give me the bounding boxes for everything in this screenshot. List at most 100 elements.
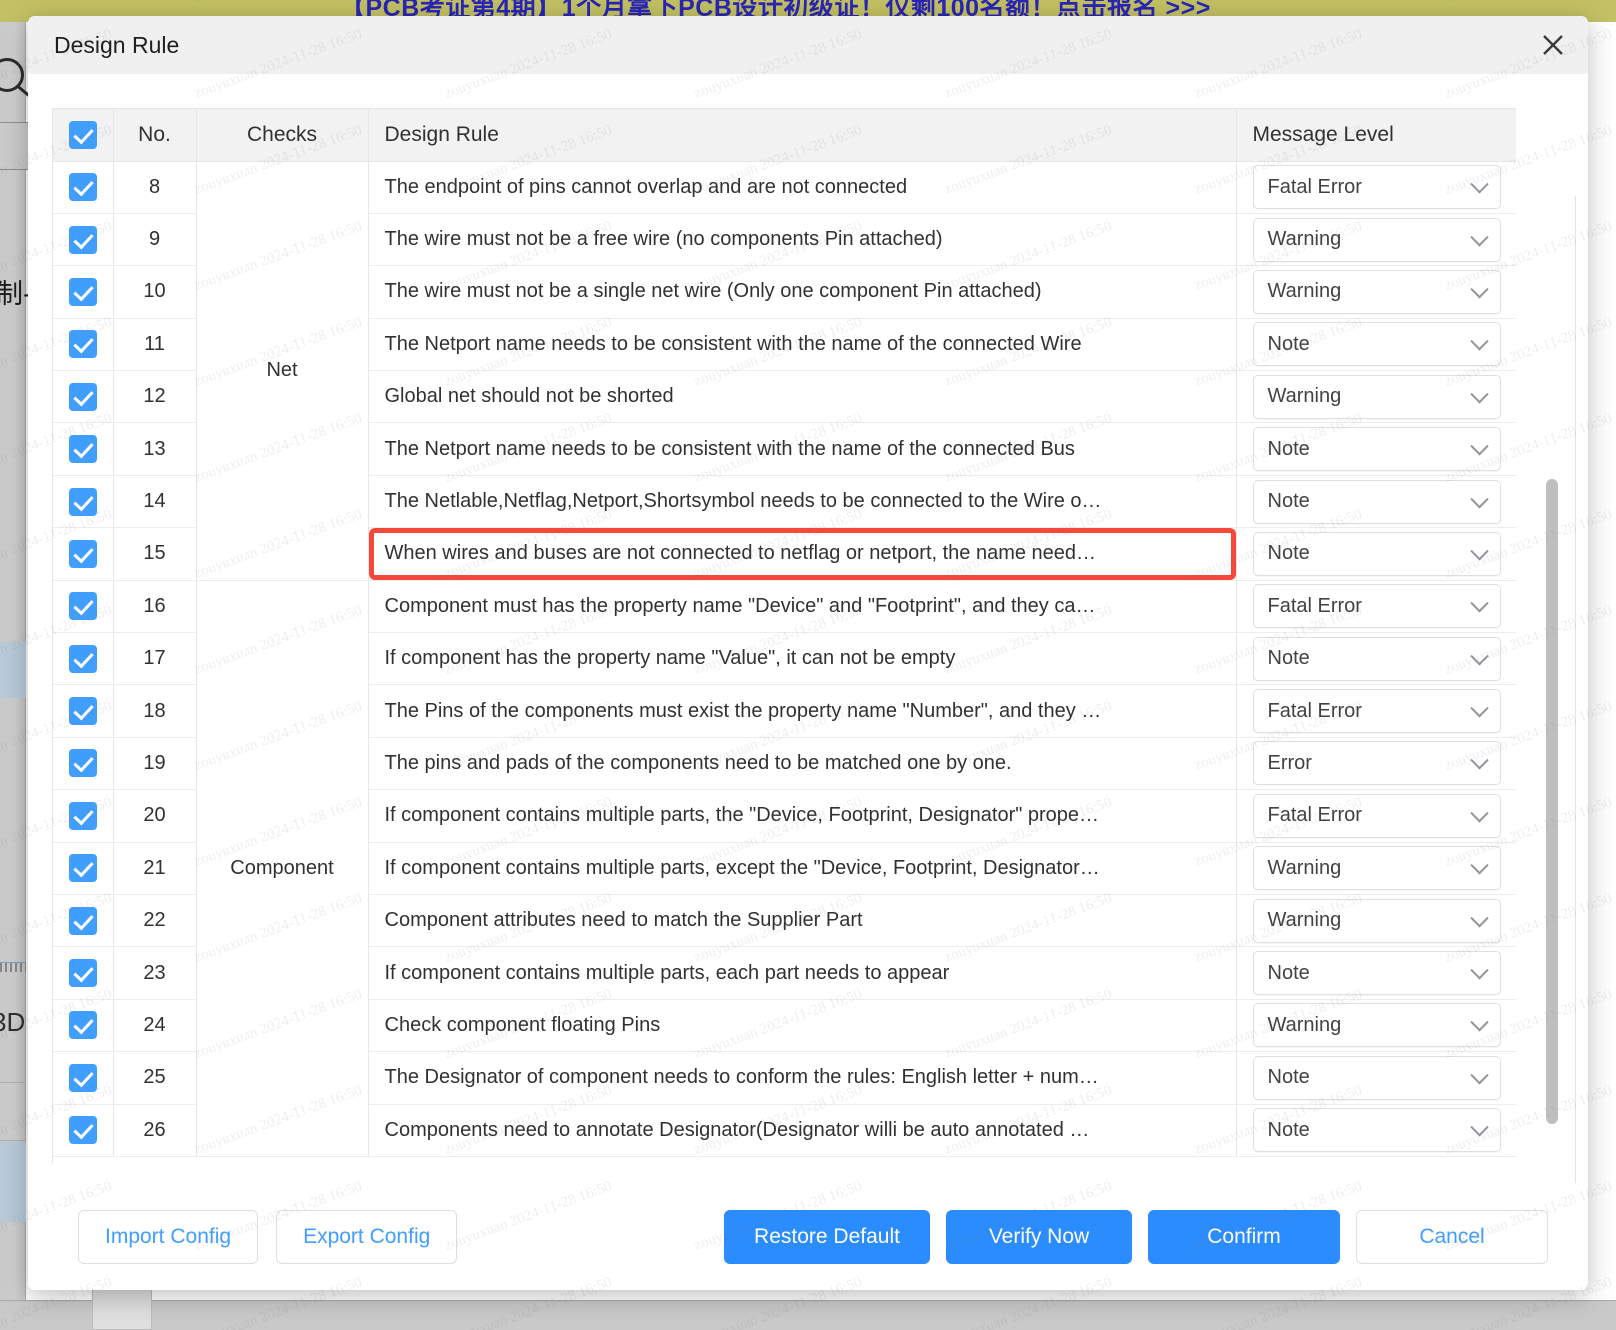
message-level-select[interactable]: Fatal Error	[1253, 689, 1501, 733]
row-checkbox-cell[interactable]	[53, 266, 113, 318]
row-checkbox-cell[interactable]	[53, 999, 113, 1051]
cancel-button[interactable]: Cancel	[1356, 1210, 1548, 1264]
message-level-select[interactable]: Warning	[1253, 846, 1501, 890]
confirm-button[interactable]: Confirm	[1148, 1210, 1340, 1264]
row-checkbox-cell[interactable]	[53, 580, 113, 632]
row-checkbox[interactable]	[69, 854, 97, 882]
table-row[interactable]: 8NetThe endpoint of pins cannot overlap …	[53, 161, 1516, 213]
message-level-select[interactable]: Note	[1253, 637, 1501, 681]
import-config-button[interactable]: Import Config	[78, 1210, 258, 1264]
row-design-rule[interactable]: If component contains multiple parts, ex…	[368, 842, 1236, 894]
row-checkbox-cell[interactable]	[53, 947, 113, 999]
row-checkbox[interactable]	[69, 749, 97, 777]
message-level-select[interactable]: Note	[1253, 427, 1501, 471]
row-checkbox-cell[interactable]	[53, 685, 113, 737]
message-level-select[interactable]: Fatal Error	[1253, 584, 1501, 628]
message-level-select[interactable]: Note	[1253, 1108, 1501, 1152]
rules-table-scroll-area[interactable]: No. Checks Design Rule Message Level 8Ne…	[52, 108, 1516, 1163]
select-all-checkbox[interactable]	[69, 121, 97, 149]
row-design-rule[interactable]: Check component floating Pins	[368, 999, 1236, 1051]
row-design-rule[interactable]: The endpoint of pins cannot overlap and …	[368, 161, 1236, 213]
message-level-select[interactable]: Note	[1253, 480, 1501, 524]
row-design-rule[interactable]: The pins and pads of the components need…	[368, 737, 1236, 789]
toolstrip-divider-1	[0, 1082, 26, 1083]
row-design-rule[interactable]: If component contains multiple parts, th…	[368, 790, 1236, 842]
row-checkbox[interactable]	[69, 907, 97, 935]
message-level-select[interactable]: Warning	[1253, 375, 1501, 419]
message-level-select[interactable]: Fatal Error	[1253, 165, 1501, 209]
close-icon[interactable]	[1536, 28, 1570, 62]
toolstrip-selected-item-2[interactable]	[0, 1142, 26, 1222]
row-checkbox[interactable]	[69, 488, 97, 516]
verify-now-button[interactable]: Verify Now	[946, 1210, 1132, 1264]
message-level-select[interactable]: Warning	[1253, 270, 1501, 314]
row-checkbox[interactable]	[69, 278, 97, 306]
row-design-rule[interactable]: Global net should not be shorted	[368, 371, 1236, 423]
row-design-rule[interactable]: The Netport name needs to be consistent …	[368, 423, 1236, 475]
row-checkbox-cell[interactable]	[53, 371, 113, 423]
row-design-rule[interactable]: The Designator of component needs to con…	[368, 1052, 1236, 1104]
row-checkbox[interactable]	[69, 330, 97, 358]
message-level-select[interactable]: Note	[1253, 1056, 1501, 1100]
message-level-select[interactable]: Error	[1253, 741, 1501, 785]
row-design-rule-highlighted[interactable]: When wires and buses are not connected t…	[368, 528, 1236, 580]
footer-right-actions: Restore Default Verify Now Confirm Cance…	[724, 1210, 1548, 1264]
row-design-rule[interactable]: The wire must not be a single net wire (…	[368, 266, 1236, 318]
message-level-select[interactable]: Warning	[1253, 1003, 1501, 1047]
row-checkbox[interactable]	[69, 435, 97, 463]
row-checkbox[interactable]	[69, 959, 97, 987]
row-checkbox[interactable]	[69, 173, 97, 201]
chevron-down-icon	[1470, 804, 1488, 822]
row-number: 18	[113, 685, 196, 737]
message-level-select[interactable]: Fatal Error	[1253, 794, 1501, 838]
row-design-rule[interactable]: If component has the property name "Valu…	[368, 633, 1236, 685]
export-config-button[interactable]: Export Config	[276, 1210, 457, 1264]
row-checkbox-cell[interactable]	[53, 1052, 113, 1104]
search-icon[interactable]	[0, 58, 24, 92]
row-design-rule[interactable]: The Pins of the components must exist th…	[368, 685, 1236, 737]
row-checkbox[interactable]	[69, 383, 97, 411]
dialog-body: No. Checks Design Rule Message Level 8Ne…	[28, 74, 1588, 1183]
row-design-rule[interactable]: Components need to annotate Designator(D…	[368, 1104, 1236, 1156]
row-design-rule[interactable]: The Netport name needs to be consistent …	[368, 318, 1236, 370]
row-checkbox-cell[interactable]	[53, 213, 113, 265]
row-checkbox[interactable]	[69, 802, 97, 830]
row-checkbox-cell[interactable]	[53, 161, 113, 213]
row-checkbox-cell[interactable]	[53, 423, 113, 475]
toolstrip-drag-handle[interactable]	[0, 962, 26, 972]
message-level-select[interactable]: Note	[1253, 532, 1501, 576]
row-checkbox-cell[interactable]	[53, 737, 113, 789]
message-level-select[interactable]: Note	[1253, 322, 1501, 366]
row-checkbox-cell[interactable]	[53, 790, 113, 842]
row-checkbox-cell[interactable]	[53, 1104, 113, 1156]
restore-default-button[interactable]: Restore Default	[724, 1210, 930, 1264]
row-design-rule[interactable]: The wire must not be a free wire (no com…	[368, 213, 1236, 265]
row-checkbox[interactable]	[69, 697, 97, 725]
table-vertical-scrollbar[interactable]	[1546, 196, 1558, 1183]
message-level-select[interactable]: Warning	[1253, 218, 1501, 262]
toolstrip-selected-item-1[interactable]	[0, 642, 26, 698]
message-level-select[interactable]: Warning	[1253, 899, 1501, 943]
message-level-select[interactable]: Note	[1253, 951, 1501, 995]
row-checkbox-cell[interactable]	[53, 318, 113, 370]
row-number: 25	[113, 1052, 196, 1104]
row-checkbox[interactable]	[69, 645, 97, 673]
row-checkbox-cell[interactable]	[53, 475, 113, 527]
row-design-rule[interactable]: Component attributes need to match the S…	[368, 894, 1236, 946]
row-checkbox[interactable]	[69, 1116, 97, 1144]
row-design-rule[interactable]: The Netlable,Netflag,Netport,Shortsymbol…	[368, 475, 1236, 527]
row-checkbox[interactable]	[69, 1011, 97, 1039]
row-design-rule[interactable]: If component contains multiple parts, ea…	[368, 947, 1236, 999]
row-design-rule[interactable]: Component must has the property name "De…	[368, 580, 1236, 632]
row-checkbox[interactable]	[69, 226, 97, 254]
column-header-message-level: Message Level	[1236, 109, 1516, 161]
row-checkbox[interactable]	[69, 592, 97, 620]
row-checkbox-cell[interactable]	[53, 894, 113, 946]
row-checkbox[interactable]	[69, 1064, 97, 1092]
table-row[interactable]: 16ComponentComponent must has the proper…	[53, 580, 1516, 632]
row-checkbox[interactable]	[69, 540, 97, 568]
row-checkbox-cell[interactable]	[53, 842, 113, 894]
scrollbar-thumb[interactable]	[1546, 479, 1558, 1124]
row-checkbox-cell[interactable]	[53, 528, 113, 580]
row-checkbox-cell[interactable]	[53, 633, 113, 685]
